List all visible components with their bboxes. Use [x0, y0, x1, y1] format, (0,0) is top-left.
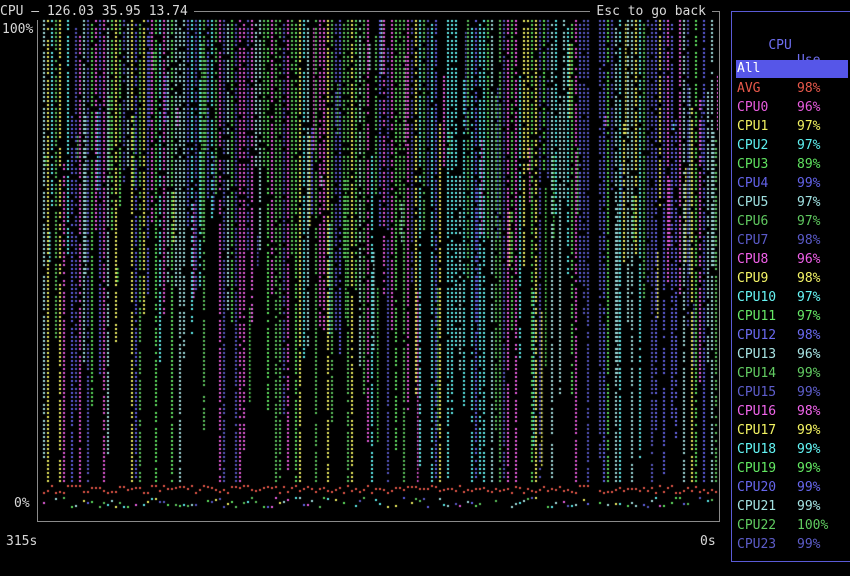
- legend-item-cpu20[interactable]: CPU20 99%: [737, 478, 849, 497]
- legend-item-all[interactable]: All: [736, 60, 848, 78]
- legend-item-cpu10[interactable]: CPU10 97%: [737, 288, 849, 307]
- legend-item-name: CPU12: [737, 328, 777, 343]
- legend-item-name: CPU22: [737, 518, 777, 533]
- legend-item-cpu19[interactable]: CPU19 99%: [737, 459, 849, 478]
- legend-item-cpu13[interactable]: CPU13 96%: [737, 345, 849, 364]
- cpu-usage-plot: [42, 19, 718, 515]
- legend-item-use: 98%: [797, 81, 821, 96]
- legend-item-use: 97%: [797, 119, 821, 134]
- legend-item-name: CPU21: [737, 499, 777, 514]
- legend-item-use: 96%: [797, 252, 821, 267]
- legend-item-name: CPU20: [737, 480, 777, 495]
- legend-item-cpu6[interactable]: CPU6 97%: [737, 212, 849, 231]
- legend-item-name: CPU5: [737, 195, 769, 210]
- legend-item-name: CPU23: [737, 537, 777, 552]
- legend-item-use: 99%: [797, 499, 821, 514]
- legend-item-use: 97%: [797, 195, 821, 210]
- legend-item-name: CPU11: [737, 309, 777, 324]
- legend-item-cpu23[interactable]: CPU23 99%: [737, 535, 849, 554]
- legend-item-cpu16[interactable]: CPU16 98%: [737, 402, 849, 421]
- legend-item-use: 100%: [797, 518, 829, 533]
- x-axis-end-label: 0s: [700, 534, 716, 549]
- legend-item-cpu18[interactable]: CPU18 99%: [737, 440, 849, 459]
- legend-item-name: CPU13: [737, 347, 777, 362]
- legend-item-cpu22[interactable]: CPU22 100%: [737, 516, 849, 535]
- legend-item-use: 98%: [797, 404, 821, 419]
- legend-item-use: 99%: [797, 461, 821, 476]
- legend-item-name: CPU15: [737, 385, 777, 400]
- legend-item-name: CPU9: [737, 271, 769, 286]
- legend-item-name: CPU10: [737, 290, 777, 305]
- legend-item-use: 89%: [797, 157, 821, 172]
- legend-item-use: 99%: [797, 176, 821, 191]
- legend-item-cpu4[interactable]: CPU4 99%: [737, 174, 849, 193]
- legend-item-use: 99%: [797, 442, 821, 457]
- legend-item-name: CPU8: [737, 252, 769, 267]
- legend-item-name: CPU2: [737, 138, 769, 153]
- legend-item-name: CPU7: [737, 233, 769, 248]
- legend-item-cpu1[interactable]: CPU1 97%: [737, 117, 849, 136]
- legend-item-cpu0[interactable]: CPU0 96%: [737, 98, 849, 117]
- legend-item-cpu9[interactable]: CPU9 98%: [737, 269, 849, 288]
- legend-item-cpu14[interactable]: CPU14 99%: [737, 364, 849, 383]
- legend-item-use: 97%: [797, 138, 821, 153]
- legend-item-use: 99%: [797, 423, 821, 438]
- legend-item-name: CPU1: [737, 119, 769, 134]
- legend-item-cpu5[interactable]: CPU5 97%: [737, 193, 849, 212]
- legend-item-cpu2[interactable]: CPU2 97%: [737, 136, 849, 155]
- legend-item-use: 97%: [797, 290, 821, 305]
- legend-list: AVG 98% CPU0 96% CPU1 97% CPU2 97% CPU3 89% CPU4 99…: [737, 79, 849, 554]
- y-axis-max-label: 100%: [2, 22, 34, 37]
- legend-item-use: 98%: [797, 271, 821, 286]
- legend-item-cpu17[interactable]: CPU17 99%: [737, 421, 849, 440]
- legend-item-use: 98%: [797, 233, 821, 248]
- back-hint[interactable]: Esc to go back: [590, 3, 712, 20]
- legend-item-avg[interactable]: AVG 98%: [737, 79, 849, 98]
- legend-item-cpu21[interactable]: CPU21 99%: [737, 497, 849, 516]
- legend-item-name: AVG: [737, 81, 761, 96]
- legend-item-name: CPU3: [737, 157, 769, 172]
- legend-item-use: 99%: [797, 537, 821, 552]
- legend-item-name: CPU14: [737, 366, 777, 381]
- x-axis-start-label: 315s: [6, 534, 38, 549]
- cpu-legend-panel: CPU Use All AVG98%CPU096%CPU197%CPU297%C…: [731, 11, 850, 562]
- legend-item-use: 99%: [797, 385, 821, 400]
- panel-title: CPU — 126.03 35.95 13.74: [0, 3, 194, 20]
- legend-item-name: CPU18: [737, 442, 777, 457]
- legend-item-name: CPU17: [737, 423, 777, 438]
- legend-item-use: 97%: [797, 309, 821, 324]
- legend-item-name: CPU16: [737, 404, 777, 419]
- y-axis-min-label: 0%: [14, 496, 30, 511]
- legend-item-use: 97%: [797, 214, 821, 229]
- legend-item-use: 99%: [797, 366, 821, 381]
- legend-item-use: 99%: [797, 480, 821, 495]
- legend-item-cpu12[interactable]: CPU12 98%: [737, 326, 849, 345]
- legend-item-name: CPU6: [737, 214, 769, 229]
- legend-item-cpu3[interactable]: CPU3 89%: [737, 155, 849, 174]
- legend-item-name: CPU0: [737, 100, 769, 115]
- legend-item-use: 96%: [797, 100, 821, 115]
- legend-item-cpu15[interactable]: CPU15 99%: [737, 383, 849, 402]
- legend-cpu-column-header: CPU: [768, 38, 792, 53]
- legend-item-cpu8[interactable]: CPU8 96%: [737, 250, 849, 269]
- legend-item-name: CPU19: [737, 461, 777, 476]
- legend-item-cpu7[interactable]: CPU7 98%: [737, 231, 849, 250]
- legend-item-use: 98%: [797, 328, 821, 343]
- legend-item-cpu11[interactable]: CPU11 97%: [737, 307, 849, 326]
- legend-item-name: CPU4: [737, 176, 769, 191]
- legend-item-use: 96%: [797, 347, 821, 362]
